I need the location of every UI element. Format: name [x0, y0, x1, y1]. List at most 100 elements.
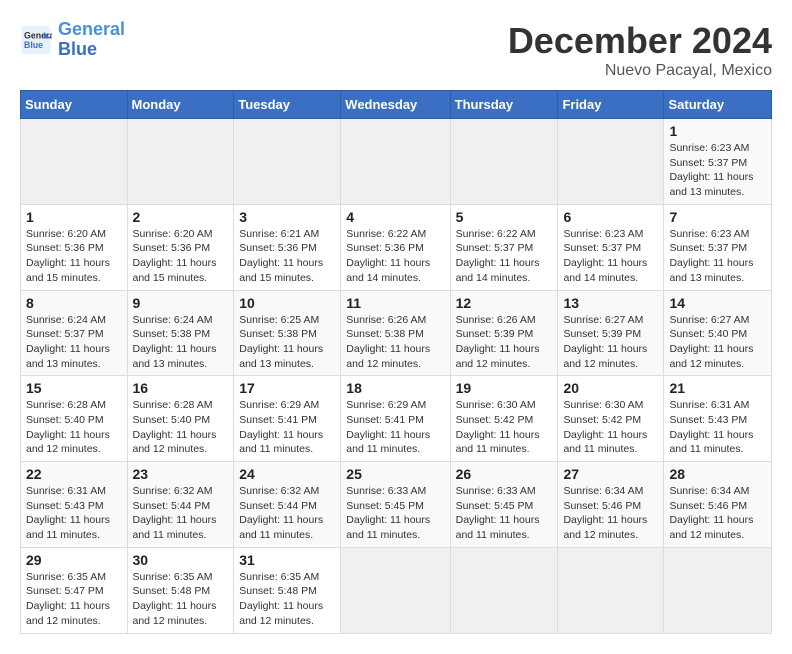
day-info: Sunrise: 6:34 AMSunset: 5:46 PMDaylight:…	[563, 484, 658, 543]
calendar-cell: 12 Sunrise: 6:26 AMSunset: 5:39 PMDaylig…	[450, 290, 558, 376]
day-info: Sunrise: 6:35 AMSunset: 5:48 PMDaylight:…	[239, 570, 335, 629]
calendar-cell	[21, 119, 128, 205]
calendar-cell: 22 Sunrise: 6:31 AMSunset: 5:43 PMDaylig…	[21, 462, 128, 548]
day-info: Sunrise: 6:23 AMSunset: 5:37 PMDaylight:…	[669, 227, 766, 286]
day-number: 25	[346, 466, 444, 482]
week-row-5: 22 Sunrise: 6:31 AMSunset: 5:43 PMDaylig…	[21, 462, 772, 548]
header-day-friday: Friday	[558, 91, 664, 119]
week-row-6: 29 Sunrise: 6:35 AMSunset: 5:47 PMDaylig…	[21, 547, 772, 633]
day-info: Sunrise: 6:25 AMSunset: 5:38 PMDaylight:…	[239, 313, 335, 372]
day-info: Sunrise: 6:23 AMSunset: 5:37 PMDaylight:…	[669, 141, 766, 200]
calendar-cell	[450, 547, 558, 633]
day-number: 11	[346, 295, 444, 311]
calendar-cell: 15 Sunrise: 6:28 AMSunset: 5:40 PMDaylig…	[21, 376, 128, 462]
day-info: Sunrise: 6:28 AMSunset: 5:40 PMDaylight:…	[26, 398, 122, 457]
day-info: Sunrise: 6:33 AMSunset: 5:45 PMDaylight:…	[346, 484, 444, 543]
day-number: 1	[669, 123, 766, 139]
calendar-cell: 24 Sunrise: 6:32 AMSunset: 5:44 PMDaylig…	[234, 462, 341, 548]
day-number: 1	[26, 209, 122, 225]
week-row-3: 8 Sunrise: 6:24 AMSunset: 5:37 PMDayligh…	[21, 290, 772, 376]
calendar-cell: 28 Sunrise: 6:34 AMSunset: 5:46 PMDaylig…	[664, 462, 772, 548]
day-number: 30	[133, 552, 229, 568]
day-number: 12	[456, 295, 553, 311]
day-info: Sunrise: 6:24 AMSunset: 5:38 PMDaylight:…	[133, 313, 229, 372]
day-info: Sunrise: 6:34 AMSunset: 5:46 PMDaylight:…	[669, 484, 766, 543]
day-info: Sunrise: 6:33 AMSunset: 5:45 PMDaylight:…	[456, 484, 553, 543]
calendar-cell: 18 Sunrise: 6:29 AMSunset: 5:41 PMDaylig…	[341, 376, 450, 462]
day-info: Sunrise: 6:30 AMSunset: 5:42 PMDaylight:…	[456, 398, 553, 457]
calendar-cell: 13 Sunrise: 6:27 AMSunset: 5:39 PMDaylig…	[558, 290, 664, 376]
day-number: 27	[563, 466, 658, 482]
day-number: 26	[456, 466, 553, 482]
day-number: 15	[26, 380, 122, 396]
calendar-cell	[450, 119, 558, 205]
day-info: Sunrise: 6:31 AMSunset: 5:43 PMDaylight:…	[669, 398, 766, 457]
day-info: Sunrise: 6:23 AMSunset: 5:37 PMDaylight:…	[563, 227, 658, 286]
svg-text:Blue: Blue	[24, 40, 43, 50]
day-number: 8	[26, 295, 122, 311]
calendar-cell: 10 Sunrise: 6:25 AMSunset: 5:38 PMDaylig…	[234, 290, 341, 376]
logo-icon: General Blue	[20, 24, 52, 56]
day-number: 7	[669, 209, 766, 225]
calendar-cell: 3 Sunrise: 6:21 AMSunset: 5:36 PMDayligh…	[234, 204, 341, 290]
month-title: December 2024	[508, 20, 772, 62]
day-number: 24	[239, 466, 335, 482]
day-number: 19	[456, 380, 553, 396]
calendar-cell	[234, 119, 341, 205]
day-info: Sunrise: 6:32 AMSunset: 5:44 PMDaylight:…	[239, 484, 335, 543]
calendar-cell: 29 Sunrise: 6:35 AMSunset: 5:47 PMDaylig…	[21, 547, 128, 633]
day-info: Sunrise: 6:26 AMSunset: 5:39 PMDaylight:…	[456, 313, 553, 372]
header-day-tuesday: Tuesday	[234, 91, 341, 119]
day-info: Sunrise: 6:30 AMSunset: 5:42 PMDaylight:…	[563, 398, 658, 457]
calendar-cell: 1 Sunrise: 6:23 AMSunset: 5:37 PMDayligh…	[664, 119, 772, 205]
day-number: 29	[26, 552, 122, 568]
day-number: 6	[563, 209, 658, 225]
day-number: 3	[239, 209, 335, 225]
header-day-thursday: Thursday	[450, 91, 558, 119]
day-number: 28	[669, 466, 766, 482]
calendar-cell	[558, 547, 664, 633]
day-info: Sunrise: 6:29 AMSunset: 5:41 PMDaylight:…	[239, 398, 335, 457]
calendar-cell: 1 Sunrise: 6:20 AMSunset: 5:36 PMDayligh…	[21, 204, 128, 290]
calendar-cell: 14 Sunrise: 6:27 AMSunset: 5:40 PMDaylig…	[664, 290, 772, 376]
calendar-cell: 4 Sunrise: 6:22 AMSunset: 5:36 PMDayligh…	[341, 204, 450, 290]
day-number: 4	[346, 209, 444, 225]
week-row-2: 1 Sunrise: 6:20 AMSunset: 5:36 PMDayligh…	[21, 204, 772, 290]
logo: General Blue GeneralBlue	[20, 20, 125, 60]
calendar-cell	[127, 119, 234, 205]
calendar-cell: 5 Sunrise: 6:22 AMSunset: 5:37 PMDayligh…	[450, 204, 558, 290]
calendar-cell: 9 Sunrise: 6:24 AMSunset: 5:38 PMDayligh…	[127, 290, 234, 376]
header-row: SundayMondayTuesdayWednesdayThursdayFrid…	[21, 91, 772, 119]
calendar-cell: 31 Sunrise: 6:35 AMSunset: 5:48 PMDaylig…	[234, 547, 341, 633]
day-number: 2	[133, 209, 229, 225]
day-info: Sunrise: 6:21 AMSunset: 5:36 PMDaylight:…	[239, 227, 335, 286]
calendar-cell	[341, 119, 450, 205]
day-info: Sunrise: 6:27 AMSunset: 5:39 PMDaylight:…	[563, 313, 658, 372]
calendar-table: SundayMondayTuesdayWednesdayThursdayFrid…	[20, 90, 772, 634]
day-number: 23	[133, 466, 229, 482]
header-day-monday: Monday	[127, 91, 234, 119]
day-info: Sunrise: 6:35 AMSunset: 5:47 PMDaylight:…	[26, 570, 122, 629]
day-info: Sunrise: 6:22 AMSunset: 5:36 PMDaylight:…	[346, 227, 444, 286]
calendar-cell: 23 Sunrise: 6:32 AMSunset: 5:44 PMDaylig…	[127, 462, 234, 548]
calendar-cell	[664, 547, 772, 633]
calendar-cell: 30 Sunrise: 6:35 AMSunset: 5:48 PMDaylig…	[127, 547, 234, 633]
day-info: Sunrise: 6:20 AMSunset: 5:36 PMDaylight:…	[26, 227, 122, 286]
day-number: 22	[26, 466, 122, 482]
day-number: 5	[456, 209, 553, 225]
day-info: Sunrise: 6:28 AMSunset: 5:40 PMDaylight:…	[133, 398, 229, 457]
week-row-1: 1 Sunrise: 6:23 AMSunset: 5:37 PMDayligh…	[21, 119, 772, 205]
day-number: 13	[563, 295, 658, 311]
day-number: 10	[239, 295, 335, 311]
day-info: Sunrise: 6:26 AMSunset: 5:38 PMDaylight:…	[346, 313, 444, 372]
calendar-cell: 16 Sunrise: 6:28 AMSunset: 5:40 PMDaylig…	[127, 376, 234, 462]
logo-text: GeneralBlue	[58, 20, 125, 60]
calendar-cell: 17 Sunrise: 6:29 AMSunset: 5:41 PMDaylig…	[234, 376, 341, 462]
day-number: 16	[133, 380, 229, 396]
day-number: 18	[346, 380, 444, 396]
calendar-cell: 8 Sunrise: 6:24 AMSunset: 5:37 PMDayligh…	[21, 290, 128, 376]
week-row-4: 15 Sunrise: 6:28 AMSunset: 5:40 PMDaylig…	[21, 376, 772, 462]
day-info: Sunrise: 6:27 AMSunset: 5:40 PMDaylight:…	[669, 313, 766, 372]
day-number: 20	[563, 380, 658, 396]
day-number: 9	[133, 295, 229, 311]
